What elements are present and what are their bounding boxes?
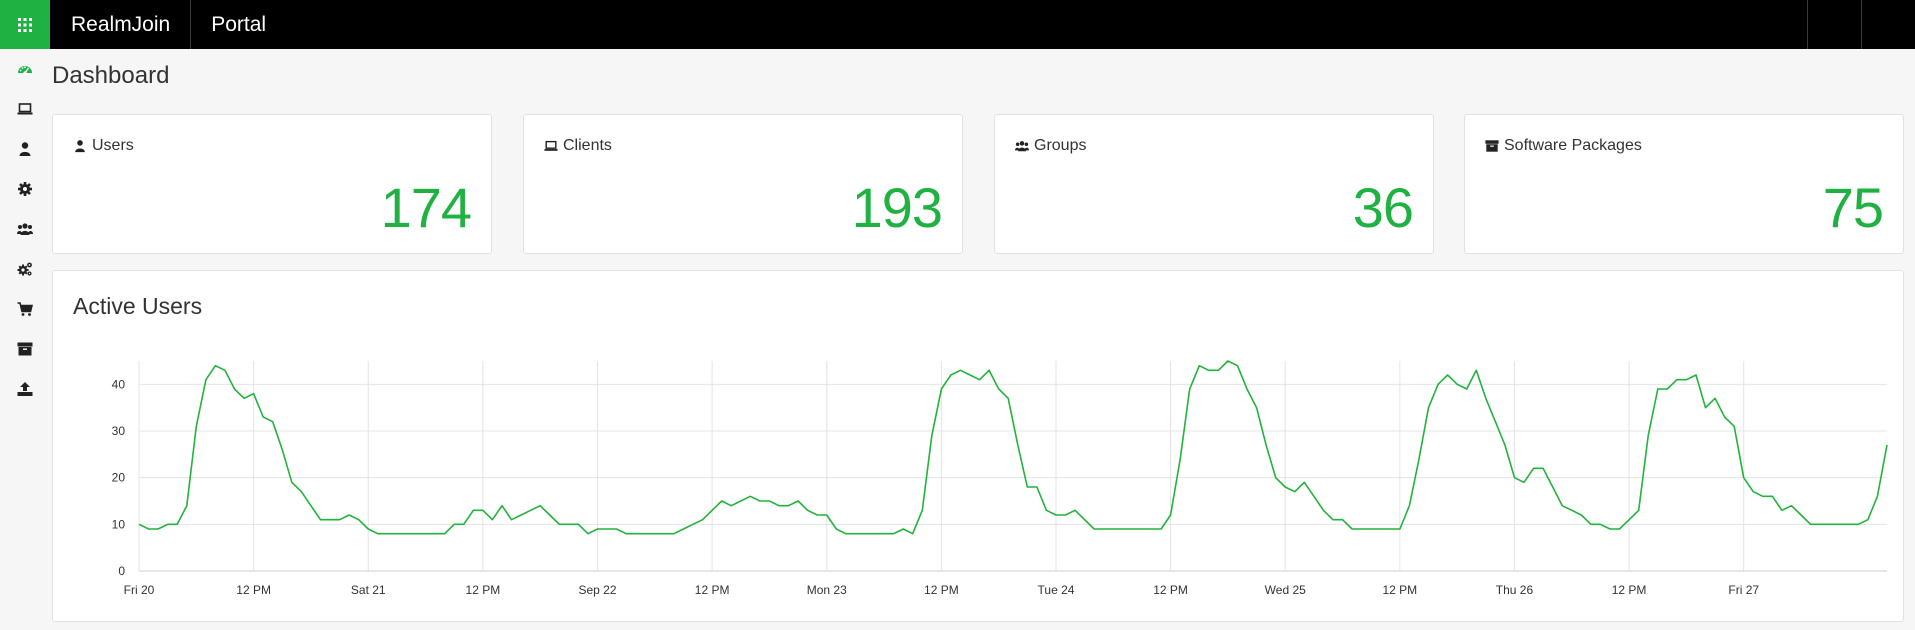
x-tick-label: 12 PM <box>1612 583 1647 597</box>
archive-icon <box>1485 140 1499 152</box>
topbar-action-2[interactable] <box>1861 0 1915 49</box>
user-icon <box>19 142 31 156</box>
page-title: Dashboard <box>52 62 170 89</box>
user-icon <box>75 140 85 153</box>
users-count: 174 <box>380 176 472 239</box>
grid-icon <box>18 17 32 32</box>
clients-card[interactable]: Clients 193 <box>523 114 963 254</box>
gears-icon <box>17 262 32 276</box>
sidebar-item-settings[interactable] <box>0 169 50 209</box>
x-tick-label: Fri 27 <box>1728 583 1759 597</box>
x-tick-label: Sat 21 <box>351 583 386 597</box>
archive-icon <box>17 342 33 356</box>
x-tick-label: Sep 22 <box>578 583 616 597</box>
active-users-series-line <box>138 360 1888 535</box>
x-tick-label: 12 PM <box>236 583 271 597</box>
x-tick-label: Mon 23 <box>807 583 847 597</box>
sidebar-item-packages[interactable] <box>0 329 50 369</box>
sidebar-item-groups[interactable] <box>0 209 50 249</box>
x-tick-label: Thu 26 <box>1496 583 1534 597</box>
sidebar-item-users[interactable] <box>0 129 50 169</box>
sidebar-item-dashboard[interactable] <box>0 49 50 89</box>
x-tick-label: Fri 20 <box>124 583 155 597</box>
active-users-chart: 0 10 20 30 40 Fri 20 12 PM Sat 21 12 PM Sep 22 12 … <box>112 360 1888 597</box>
y-tick-label: 0 <box>118 564 125 578</box>
y-tick-label: 30 <box>112 424 126 438</box>
portal-link[interactable]: Portal <box>191 0 286 49</box>
y-tick-label: 40 <box>112 377 126 391</box>
top-bar: RealmJoin Portal <box>0 0 1915 49</box>
cart-icon <box>17 302 33 316</box>
x-tick-label: Tue 24 <box>1038 583 1075 597</box>
active-users-panel: 0 10 20 30 40 Fri 20 12 PM Sat 21 12 PM Sep 22 12 … <box>52 270 1904 622</box>
users-card[interactable]: Users 174 <box>52 114 492 254</box>
topbar-action-1[interactable] <box>1807 0 1861 49</box>
clients-card-label: Clients <box>563 137 612 154</box>
sidebar-item-clients[interactable] <box>0 89 50 129</box>
sidebar-item-upload[interactable] <box>0 369 50 409</box>
users-icon <box>1015 141 1029 152</box>
users-card-label: Users <box>92 137 134 154</box>
x-tick-label: 12 PM <box>466 583 501 597</box>
x-tick-label: 12 PM <box>924 583 959 597</box>
dashboard-icon <box>18 66 32 75</box>
brand-link[interactable]: RealmJoin <box>50 0 192 49</box>
y-tick-label: 20 <box>112 471 126 485</box>
laptop-icon <box>17 103 33 115</box>
software-packages-card-label: Software Packages <box>1504 137 1642 154</box>
x-tick-label: Wed 25 <box>1265 583 1306 597</box>
gear-icon <box>18 182 32 196</box>
sidebar <box>0 49 50 409</box>
sidebar-item-configuration[interactable] <box>0 249 50 289</box>
sidebar-item-store[interactable] <box>0 289 50 329</box>
users-icon <box>17 223 33 235</box>
groups-count: 36 <box>1352 176 1414 239</box>
app-launcher-button[interactable] <box>0 0 50 49</box>
clients-count: 193 <box>851 176 943 239</box>
x-tick-label: 12 PM <box>1153 583 1188 597</box>
software-packages-count: 75 <box>1822 176 1884 239</box>
x-tick-label: 12 PM <box>695 583 730 597</box>
laptop-icon <box>544 140 558 151</box>
x-tick-label: 12 PM <box>1383 583 1418 597</box>
software-packages-card[interactable]: Software Packages 75 <box>1464 114 1904 254</box>
y-tick-label: 10 <box>112 517 126 531</box>
groups-card[interactable]: Groups 36 <box>994 114 1434 254</box>
upload-icon <box>17 382 33 396</box>
chart-title: Active Users <box>73 293 203 319</box>
groups-card-label: Groups <box>1034 137 1087 154</box>
